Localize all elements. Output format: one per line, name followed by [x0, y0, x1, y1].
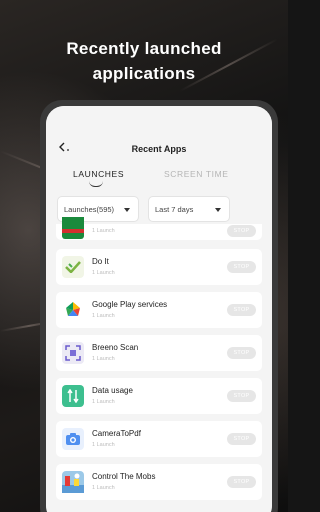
app-list: 1 Launch STOP Do It 1 Launch STOP Google… — [56, 217, 262, 507]
stop-button[interactable]: STOP — [227, 390, 256, 402]
app-name: Do It — [92, 257, 109, 266]
list-item[interactable]: Google Play services 1 Launch STOP — [56, 292, 262, 328]
stop-button[interactable]: STOP — [227, 261, 256, 273]
list-item[interactable]: Data usage 1 Launch STOP — [56, 378, 262, 414]
stop-button[interactable]: STOP — [227, 304, 256, 316]
tab-indicator — [89, 181, 103, 187]
list-item[interactable]: 1 Launch STOP — [56, 217, 262, 240]
app-launch-count: 1 Launch — [92, 485, 115, 491]
screen-title: Recent Apps — [131, 144, 187, 154]
phone-screen: Recent Apps LAUNCHES SCREEN TIME Launche… — [46, 106, 272, 512]
app-name: CameraToPdf — [92, 429, 141, 438]
stop-button[interactable]: STOP — [227, 225, 256, 237]
stop-button[interactable]: STOP — [227, 433, 256, 445]
headline-line-2: applications — [92, 64, 196, 83]
chevron-down-icon — [215, 208, 221, 212]
google-play-services-icon — [62, 299, 84, 321]
top-bar: Recent Apps LAUNCHES SCREEN TIME — [46, 106, 272, 192]
camera-to-pdf-icon — [62, 428, 84, 450]
app-name: Breeno Scan — [92, 343, 139, 352]
app-name: Control The Mobs — [92, 472, 156, 481]
app-launch-count: 1 Launch — [92, 313, 115, 319]
list-item[interactable]: Breeno Scan 1 Launch STOP — [56, 335, 262, 371]
list-item[interactable]: Control The Mobs 1 Launch STOP — [56, 464, 262, 500]
app-launch-count: 1 Launch — [92, 356, 115, 362]
app-name: Google Play services — [92, 300, 168, 309]
range-dropdown[interactable]: Last 7 days — [148, 196, 230, 222]
app-launch-count: 1 Launch — [92, 399, 115, 405]
list-item[interactable]: CameraToPdf 1 Launch STOP — [56, 421, 262, 457]
app-launch-count: 1 Launch — [92, 270, 115, 276]
do-it-icon — [62, 256, 84, 278]
headline: Recently launched applications — [0, 36, 288, 86]
breeno-scan-icon — [62, 342, 84, 364]
tab-screen-time[interactable]: SCREEN TIME — [164, 169, 229, 179]
stop-button[interactable]: STOP — [227, 476, 256, 488]
range-dropdown-value: Last 7 days — [155, 204, 194, 214]
control-the-mobs-icon — [62, 471, 84, 493]
app-launch-count: 1 Launch — [92, 228, 115, 234]
headline-line-1: Recently launched — [66, 39, 222, 58]
oppo-store-icon — [62, 217, 84, 239]
chevron-down-icon — [124, 208, 130, 212]
app-launch-count: 1 Launch — [92, 442, 115, 448]
phone-frame: Recent Apps LAUNCHES SCREEN TIME Launche… — [40, 100, 278, 512]
metric-dropdown-value: Launches(595) — [64, 204, 115, 214]
tab-launches[interactable]: LAUNCHES — [73, 169, 124, 179]
app-name: Data usage — [92, 386, 133, 395]
list-item[interactable]: Do It 1 Launch STOP — [56, 249, 262, 285]
stop-button[interactable]: STOP — [227, 347, 256, 359]
data-usage-icon — [62, 385, 84, 407]
